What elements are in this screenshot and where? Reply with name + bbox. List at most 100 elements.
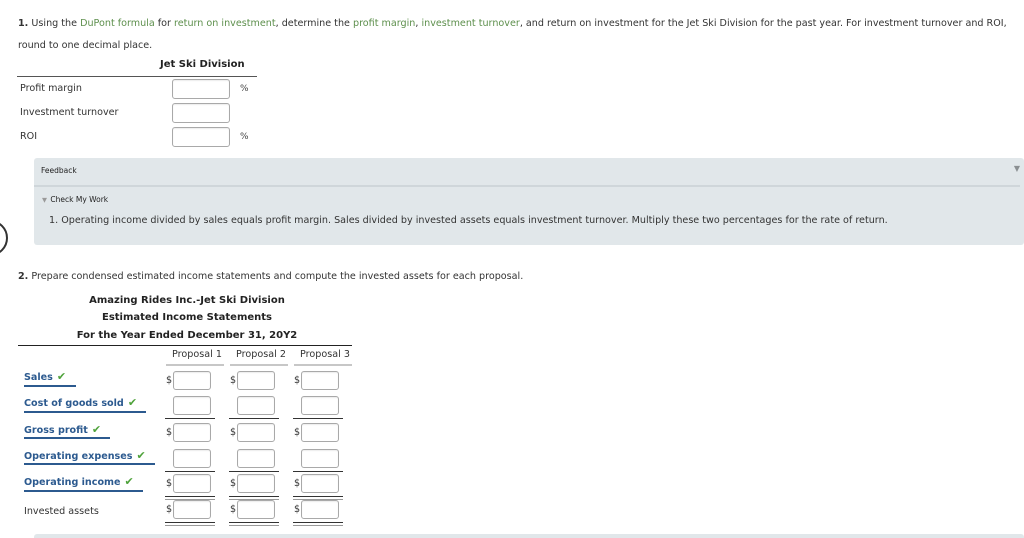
checkmark-icon: ✔ — [136, 449, 146, 462]
profit-margin-label: Profit margin — [20, 83, 82, 94]
glossary-link-dupont-formula[interactable]: DuPont formula — [80, 18, 155, 29]
investment-turnover-input[interactable] — [172, 103, 230, 123]
check-my-work-label: Check My Work — [50, 195, 109, 204]
gross-profit-proposal-1-input[interactable] — [173, 423, 211, 442]
checkmark-icon: ✔ — [91, 423, 102, 436]
operating-income-label-link[interactable]: Operating income ✔ — [24, 475, 134, 488]
roi-label: ROI — [20, 131, 38, 142]
label-underline — [24, 463, 155, 465]
profit-margin-row: Profit margin % — [20, 79, 260, 99]
operating-expenses-proposal-3-input[interactable] — [301, 449, 339, 468]
dollar-sign: $ — [166, 478, 173, 489]
invested-assets-proposal-1-input[interactable] — [173, 500, 211, 519]
operating-income-proposal-3-input[interactable] — [301, 474, 339, 493]
sales-proposal-3-input[interactable] — [301, 371, 339, 390]
invested-assets-proposal-3-input[interactable] — [301, 500, 339, 519]
text-fragment: for — [154, 18, 175, 29]
question-2-body: Prepare condensed estimated income state… — [28, 271, 524, 282]
dollar-sign: $ — [294, 375, 301, 386]
cost-of-goods-sold-proposal-2-input[interactable] — [237, 396, 275, 415]
feedback-message: 1. Operating income divided by sales equ… — [49, 215, 888, 226]
cost-of-goods-sold-proposal-3-input[interactable] — [301, 396, 339, 415]
circle-icon — [0, 220, 8, 256]
label-underline — [24, 411, 146, 413]
single-underline — [229, 418, 279, 419]
gross-profit-proposal-2-input[interactable] — [237, 423, 275, 442]
gross-profit-proposal-3-input[interactable] — [301, 423, 339, 442]
gross-profit-label: Gross profit — [24, 425, 88, 436]
sales-proposal-2-input[interactable] — [237, 371, 275, 390]
dollar-sign: $ — [230, 427, 237, 438]
statement-rule — [18, 345, 352, 346]
dollar-sign: $ — [230, 375, 237, 386]
operating-expenses-proposal-2-input[interactable] — [237, 449, 275, 468]
dollar-sign: $ — [230, 504, 237, 515]
percent-unit: % — [240, 132, 249, 142]
sales-label: Sales — [24, 372, 53, 383]
single-underline — [165, 471, 215, 472]
checkmark-icon: ✔ — [127, 396, 138, 409]
triangle-down-icon: ▼ — [42, 196, 47, 204]
operating-income-label: Operating income — [24, 477, 121, 488]
question-number: 1. — [18, 18, 29, 29]
single-underline — [229, 471, 279, 472]
next-panel — [34, 534, 1024, 538]
dollar-sign: $ — [230, 478, 237, 489]
label-underline — [24, 437, 110, 439]
label-underline — [24, 490, 143, 492]
label-underline — [24, 385, 76, 387]
double-underline — [165, 522, 215, 526]
feedback-panel: Feedback ▼ ▼ Check My Work 1. Operating … — [34, 158, 1024, 245]
column-header-proposal-2: Proposal 2 — [236, 349, 286, 360]
checkmark-icon: ✔ — [124, 475, 134, 488]
dollar-sign: $ — [294, 478, 301, 489]
dollar-sign: $ — [294, 504, 301, 515]
sales-proposal-1-input[interactable] — [173, 371, 211, 390]
collapse-toggle-icon[interactable]: ▼ — [1014, 164, 1020, 173]
operating-income-proposal-1-input[interactable] — [173, 474, 211, 493]
check-my-work-toggle[interactable]: ▼ Check My Work — [42, 195, 108, 204]
jet-ski-division-header: Jet Ski Division — [160, 59, 245, 70]
feedback-title: Feedback — [41, 166, 77, 175]
dollar-sign: $ — [294, 427, 301, 438]
invested-assets-label: Invested assets — [24, 506, 99, 517]
column-rule — [294, 364, 352, 366]
invested-assets-proposal-2-input[interactable] — [237, 500, 275, 519]
double-underline — [229, 522, 279, 526]
single-underline — [293, 471, 343, 472]
text-fragment: , determine the — [275, 18, 353, 29]
single-underline — [165, 418, 215, 419]
operating-income-proposal-2-input[interactable] — [237, 474, 275, 493]
dollar-sign: $ — [166, 375, 173, 386]
cost-of-goods-sold-label: Cost of goods sold — [24, 398, 124, 409]
percent-unit: % — [240, 84, 249, 94]
cost-of-goods-sold-label-link[interactable]: Cost of goods sold ✔ — [24, 396, 137, 409]
feedback-divider — [34, 185, 1020, 187]
question-2-text: 2. Prepare condensed estimated income st… — [18, 271, 523, 282]
dollar-sign: $ — [166, 427, 173, 438]
checkmark-icon: ✔ — [56, 370, 67, 383]
sales-label-link[interactable]: Sales ✔ — [24, 370, 66, 383]
single-underline — [293, 418, 343, 419]
glossary-link-investment-turnover[interactable]: investment turnover — [421, 18, 519, 29]
column-header-proposal-3: Proposal 3 — [300, 349, 350, 360]
investment-turnover-row: Investment turnover — [20, 103, 260, 123]
question-1-text: 1. Using the DuPont formula for return o… — [18, 13, 1022, 57]
header-rule — [17, 76, 257, 77]
column-header-proposal-1: Proposal 1 — [172, 349, 222, 360]
statement-company: Amazing Rides Inc.-Jet Ski Division — [89, 295, 285, 306]
double-underline — [293, 522, 343, 526]
glossary-link-return-on-investment[interactable]: return on investment — [174, 18, 276, 29]
text-fragment: Using the — [28, 18, 81, 29]
roi-input[interactable] — [172, 127, 230, 147]
gross-profit-label-link[interactable]: Gross profit ✔ — [24, 423, 101, 436]
profit-margin-input[interactable] — [172, 79, 230, 99]
cost-of-goods-sold-proposal-1-input[interactable] — [173, 396, 211, 415]
column-rule — [166, 364, 224, 366]
operating-expenses-label-link[interactable]: Operating expenses ✔ — [24, 449, 146, 462]
column-rule — [230, 364, 288, 366]
operating-expenses-proposal-1-input[interactable] — [173, 449, 211, 468]
question-number: 2. — [18, 271, 29, 282]
glossary-link-profit-margin[interactable]: profit margin — [353, 18, 415, 29]
dollar-sign: $ — [166, 504, 173, 515]
